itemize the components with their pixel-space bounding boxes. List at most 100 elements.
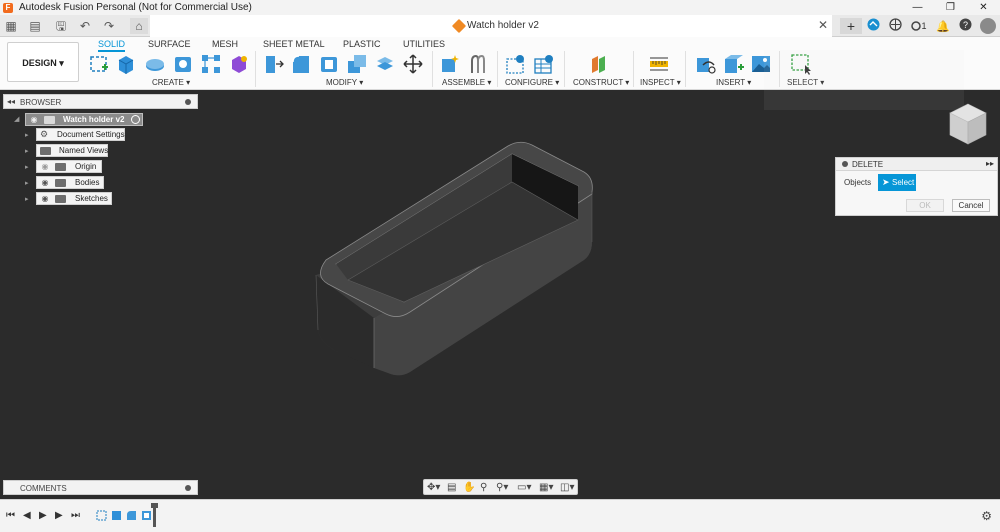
view-cube[interactable] [944, 100, 992, 148]
browser-root-item[interactable]: ◉ Watch holder v2 [25, 113, 143, 126]
configure-design-icon[interactable] [505, 53, 527, 75]
timeline-sketch-icon[interactable] [96, 510, 107, 521]
extrude-icon[interactable] [115, 53, 137, 75]
browser-item-origin[interactable]: ◉ Origin [36, 160, 102, 173]
fillet-icon[interactable] [290, 53, 312, 75]
insert-mcmaster-icon[interactable] [722, 53, 744, 75]
document-tab[interactable]: Watch holder v2 ✕ [150, 15, 832, 37]
new-tab-button[interactable]: + [840, 18, 862, 34]
cancel-button[interactable]: Cancel [952, 199, 990, 212]
panel-pin-icon[interactable] [185, 99, 191, 105]
visibility-eye-icon[interactable]: ◉ [39, 162, 51, 171]
pattern-icon[interactable] [200, 53, 222, 75]
save-icon[interactable]: 🖫 [54, 18, 68, 34]
user-avatar[interactable] [980, 18, 996, 34]
collapse-panel-icon[interactable]: ◂◂ [7, 97, 15, 106]
play-icon[interactable]: ▶ [39, 510, 47, 521]
zoom-icon[interactable]: ⚲ [480, 481, 487, 494]
browser-item-document-settings[interactable]: ⚙ Document Settings [36, 128, 125, 141]
undo-icon[interactable]: ↶ [76, 18, 94, 34]
visibility-eye-icon[interactable]: ◉ [39, 178, 51, 187]
tab-solid[interactable]: SOLID [98, 39, 126, 52]
workspace-switcher-button[interactable]: DESIGN ▾ [7, 42, 79, 82]
replace-face-icon[interactable] [374, 53, 396, 75]
timeline-settings-gear-icon[interactable]: ⚙ [981, 509, 992, 523]
combine-icon[interactable] [346, 53, 368, 75]
delete-dialog-header[interactable]: DELETE ▸▸ [836, 158, 997, 171]
offset-plane-icon[interactable] [588, 53, 610, 75]
visibility-eye-icon[interactable]: ◉ [39, 194, 51, 203]
data-panel-grid-icon[interactable]: ▦ [4, 18, 18, 34]
step-forward-icon[interactable]: ▶ [55, 510, 63, 521]
expand-origin-icon[interactable]: ▸ [25, 163, 29, 171]
revolve-icon[interactable] [144, 53, 166, 75]
go-to-end-icon[interactable]: ⏭ [71, 510, 80, 521]
shell-icon[interactable] [318, 53, 340, 75]
move-copy-icon[interactable] [402, 53, 424, 75]
press-pull-icon[interactable] [262, 53, 284, 75]
configuration-table-icon[interactable] [533, 53, 555, 75]
go-to-start-icon[interactable]: ⏮ [6, 510, 15, 521]
modify-group-label[interactable]: MODIFY ▾ [326, 78, 363, 87]
tab-surface[interactable]: SURFACE [148, 39, 191, 49]
browser-item-sketches[interactable]: ◉ Sketches [36, 192, 112, 205]
tab-plastic[interactable]: PLASTIC [343, 39, 381, 49]
expand-bodies-icon[interactable]: ▸ [25, 179, 29, 187]
pan-hand-icon[interactable]: ✋ [463, 481, 475, 494]
insert-group-label[interactable]: INSERT ▾ [716, 78, 751, 87]
expand-named-views-icon[interactable]: ▸ [25, 147, 29, 155]
activate-radio-icon[interactable] [131, 115, 140, 124]
expand-document-settings-icon[interactable]: ▸ [25, 131, 29, 139]
timeline-marker[interactable] [151, 503, 158, 527]
extensions-icon[interactable] [862, 18, 884, 34]
redo-icon[interactable]: ↷ [100, 18, 118, 34]
timeline-fillet-icon[interactable] [126, 510, 137, 521]
help-icon[interactable]: ? [954, 18, 976, 34]
timeline-shell-icon[interactable] [141, 510, 152, 521]
close-tab-icon[interactable]: ✕ [818, 18, 828, 32]
grid-snaps-icon[interactable]: ▦▾ [539, 481, 553, 494]
comments-panel-header[interactable]: COMMENTS [3, 480, 198, 495]
tab-mesh[interactable]: MESH [212, 39, 238, 49]
browser-panel-header[interactable]: ◂◂ BROWSER [3, 94, 198, 109]
watch-holder-model[interactable] [300, 130, 610, 380]
fit-zoom-icon[interactable]: ⚲▾ [496, 481, 508, 494]
create-sketch-icon[interactable] [88, 53, 110, 75]
form-icon[interactable] [228, 53, 250, 75]
online-status-icon[interactable] [884, 18, 906, 34]
orbit-icon[interactable]: ✥▾ [427, 481, 440, 494]
step-back-icon[interactable]: ◀ [23, 510, 31, 521]
tab-utilities[interactable]: UTILITIES [403, 39, 445, 49]
look-at-icon[interactable]: ▤ [447, 481, 456, 494]
inspect-group-label[interactable]: INSPECT ▾ [640, 78, 681, 87]
display-settings-icon[interactable]: ▭▾ [517, 481, 531, 494]
minimize-button[interactable]: — [901, 0, 934, 15]
new-component-icon[interactable] [439, 53, 461, 75]
select-objects-button[interactable]: ➤ Select [878, 174, 916, 191]
browser-item-named-views[interactable]: Named Views [36, 144, 108, 157]
insert-derive-icon[interactable] [694, 53, 716, 75]
joint-icon[interactable] [467, 53, 489, 75]
browser-item-bodies[interactable]: ◉ Bodies [36, 176, 104, 189]
expand-dialog-icon[interactable]: ▸▸ [986, 159, 994, 168]
viewports-icon[interactable]: ◫▾ [560, 481, 574, 494]
configure-group-label[interactable]: CONFIGURE ▾ [505, 78, 559, 87]
close-window-button[interactable]: ✕ [967, 0, 1000, 15]
file-menu-icon[interactable]: ▤ [26, 18, 44, 34]
expand-root-icon[interactable]: ◢ [14, 115, 19, 123]
expand-sketches-icon[interactable]: ▸ [25, 195, 29, 203]
tab-sheet-metal[interactable]: SHEET METAL [263, 39, 325, 49]
maximize-button[interactable]: ❐ [934, 0, 967, 15]
construct-group-label[interactable]: CONSTRUCT ▾ [573, 78, 629, 87]
assemble-group-label[interactable]: ASSEMBLE ▾ [442, 78, 491, 87]
home-icon[interactable]: ⌂ [130, 18, 148, 34]
hole-icon[interactable] [172, 53, 194, 75]
create-group-label[interactable]: CREATE ▾ [152, 78, 190, 87]
notifications-bell-icon[interactable]: 🔔 [932, 20, 954, 33]
add-comment-icon[interactable] [185, 485, 191, 491]
timeline-extrude-icon[interactable] [111, 510, 122, 521]
measure-icon[interactable] [648, 53, 670, 75]
ok-button[interactable]: OK [906, 199, 944, 212]
job-status-icon[interactable]: 1 [906, 20, 932, 32]
visibility-eye-icon[interactable]: ◉ [28, 115, 40, 124]
